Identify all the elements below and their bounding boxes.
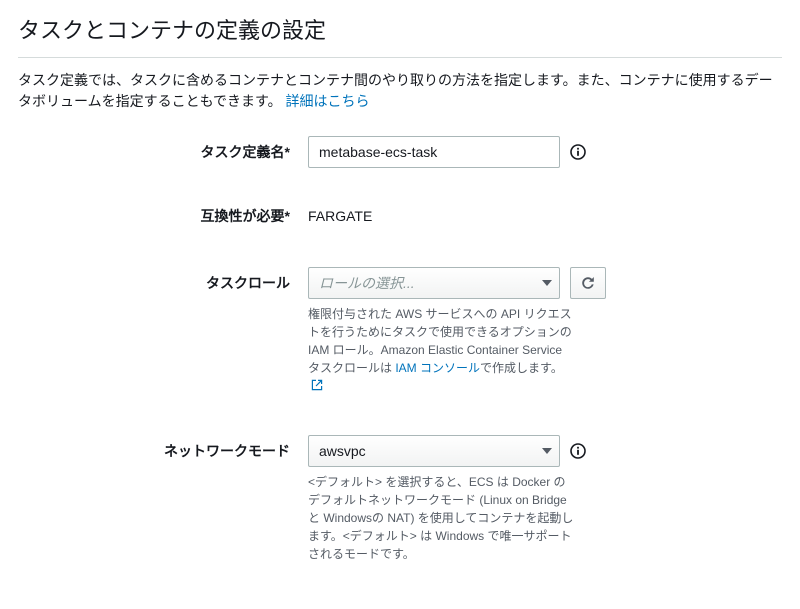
refresh-button[interactable]: [570, 267, 606, 299]
network-mode-row: ネットワークモード awsvpc <デフォルト> を選択すると、ECS は Do…: [18, 435, 782, 563]
page-description: タスク定義では、タスクに含めるコンテナとコンテナ間のやり取りの方法を指定します。…: [18, 70, 782, 112]
compatibility-label: 互換性が必要*: [18, 200, 308, 227]
task-role-row: タスクロール ロールの選択... 権限付与された AWS サービスへの API …: [18, 267, 782, 395]
description-text: タスク定義では、タスクに含めるコンテナとコンテナ間のやり取りの方法を指定します。…: [18, 72, 773, 109]
info-icon[interactable]: [570, 443, 586, 459]
page-title: タスクとコンテナの定義の設定: [18, 14, 782, 47]
task-role-label: タスクロール: [18, 267, 308, 294]
iam-console-link[interactable]: IAM コンソール: [395, 361, 480, 375]
network-mode-select[interactable]: awsvpc: [308, 435, 560, 467]
section-divider: [18, 57, 782, 58]
network-mode-help: <デフォルト> を選択すると、ECS は Docker のデフォルトネットワーク…: [308, 473, 576, 563]
task-definition-name-label: タスク定義名*: [18, 136, 308, 163]
task-definition-name-input[interactable]: [308, 136, 560, 168]
external-link-icon: [311, 378, 323, 390]
task-role-select[interactable]: ロールの選択...: [308, 267, 560, 299]
network-mode-label: ネットワークモード: [18, 435, 308, 462]
task-definition-name-row: タスク定義名*: [18, 136, 782, 168]
refresh-icon: [580, 275, 596, 291]
compatibility-value: FARGATE: [308, 200, 608, 227]
info-icon[interactable]: [570, 144, 586, 160]
task-role-help: 権限付与された AWS サービスへの API リクエストを行うためにタスクで使用…: [308, 305, 576, 395]
task-role-help-suffix: で作成します。: [480, 361, 563, 375]
compatibility-row: 互換性が必要* FARGATE: [18, 200, 782, 227]
learn-more-link[interactable]: 詳細はこちら: [286, 93, 370, 109]
